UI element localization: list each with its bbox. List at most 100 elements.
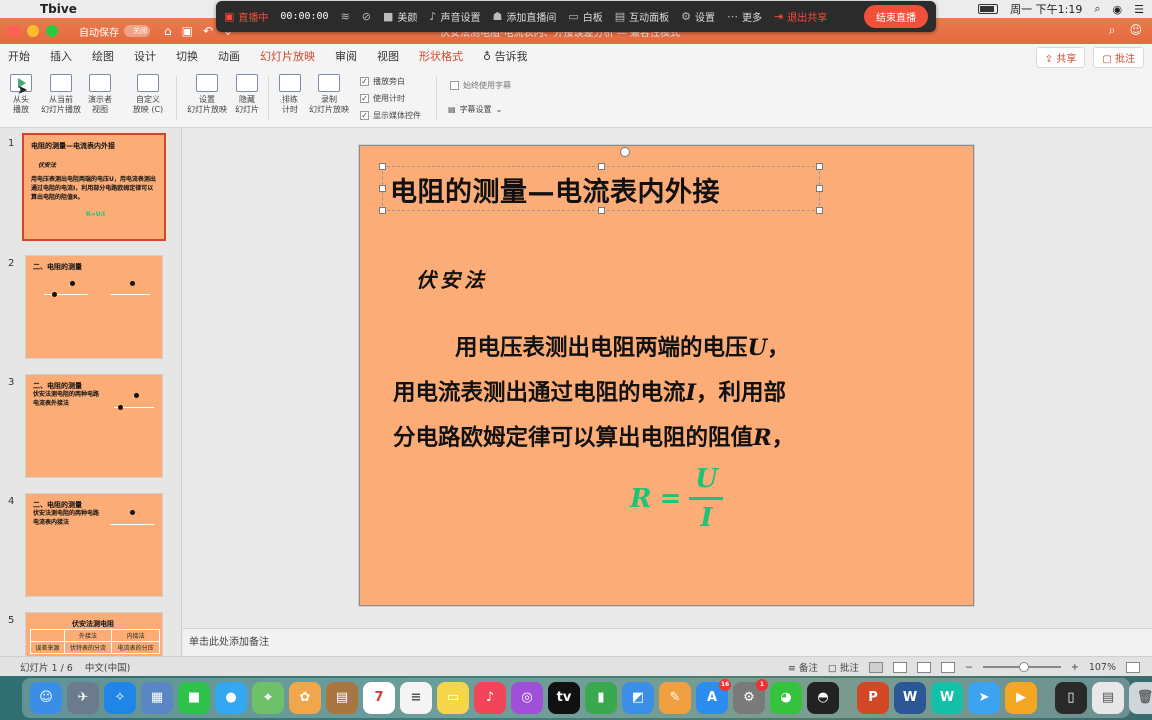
slideshow-view-button[interactable] [940, 661, 955, 673]
window-preview-icon[interactable]: ▯ [1055, 682, 1087, 714]
tab-shape-format[interactable]: 形状格式 [419, 48, 463, 64]
slide-subtitle[interactable]: 伏安法 [416, 264, 488, 293]
system-preferences-icon[interactable]: ⚙ 1 [733, 679, 768, 714]
slide-title[interactable]: 电阻的测量—电流表内外接 [390, 170, 720, 209]
search-icon[interactable]: ⌕ [1109, 23, 1116, 38]
contacts-icon[interactable]: ▤ [326, 682, 358, 714]
autosave-toggle[interactable]: 自动保存 关闭 [79, 24, 150, 39]
tab-draw[interactable]: 绘图 [92, 48, 114, 64]
reminders-icon[interactable]: ≡ [400, 682, 432, 714]
app-store-icon[interactable]: A 16 [696, 679, 731, 714]
photos-icon[interactable]: ✿ [289, 682, 321, 714]
exit-share-button[interactable]: ⇥ 退出共享 [774, 9, 827, 24]
interaction-panel-button[interactable]: ▤ 互动面板 [615, 9, 669, 24]
resize-handle[interactable] [816, 207, 823, 214]
zoom-window-button[interactable] [46, 25, 58, 37]
account-icon[interactable]: ☺ [1129, 23, 1142, 38]
qq-icon[interactable]: ◓ [807, 682, 839, 714]
save-icon[interactable]: ▣ [182, 24, 193, 38]
word-icon[interactable]: W [894, 682, 926, 714]
calendar-icon[interactable]: 7 [363, 682, 395, 714]
play-from-current-button[interactable]: 从当前 幻灯片播放 [38, 74, 84, 115]
language-indicator[interactable]: 中文(中国) [85, 660, 130, 674]
use-timings-checkbox[interactable]: ✓ 使用计时 [360, 93, 405, 104]
resize-handle[interactable] [379, 207, 386, 214]
tab-slide-show[interactable]: 幻灯片放映 [260, 48, 315, 70]
beauty-button[interactable]: ■ 美颜 [383, 9, 417, 24]
more-button[interactable]: ⋯ 更多 [727, 9, 762, 24]
settings-button[interactable]: ⚙ 设置 [681, 9, 715, 24]
resize-handle[interactable] [816, 163, 823, 170]
pages-icon[interactable]: ✎ [659, 682, 691, 714]
notes-app-icon[interactable]: ▭ [437, 682, 469, 714]
zoom-out-button[interactable]: − [965, 662, 973, 673]
setup-show-button[interactable]: 设置 幻灯片放映 [184, 74, 230, 115]
slide-thumbnail-3[interactable]: 二、电阻的测量 伏安法测电阻的两种电路 电流表外接法 [25, 374, 163, 478]
messages-icon[interactable]: ● [215, 682, 247, 714]
home-icon[interactable]: ⌂ [164, 24, 172, 38]
normal-view-button[interactable] [868, 661, 883, 673]
tab-tell-me[interactable]: ♁ 告诉我 [483, 48, 528, 64]
tab-view[interactable]: 视图 [377, 48, 399, 64]
rotate-handle[interactable] [620, 147, 630, 157]
finder-icon[interactable]: ☺ [30, 682, 62, 714]
resize-handle[interactable] [816, 185, 823, 192]
music-icon[interactable]: ♪ [474, 682, 506, 714]
tbive-icon[interactable]: W [931, 682, 963, 714]
share-button[interactable]: ⇪ 共享 [1035, 47, 1086, 68]
slide-thumbnails-pane[interactable]: 1 电阻的测量—电流表内外接 伏安法 用电压表测出电阻两端的电压U，用电流表测出… [0, 128, 182, 656]
tab-design[interactable]: 设计 [134, 48, 156, 64]
zoom-slider[interactable] [982, 662, 1061, 672]
always-subtitles-checkbox[interactable]: 始终使用字幕 [450, 80, 511, 91]
zoom-level[interactable]: 107% [1089, 662, 1116, 673]
slide-sorter-button[interactable] [892, 661, 907, 673]
clock[interactable]: 周一 下午1:19 [1010, 1, 1082, 17]
keynote-icon[interactable]: ◩ [622, 682, 654, 714]
minimize-window-button[interactable] [27, 25, 39, 37]
hide-slide-button[interactable]: 隐藏 幻灯片 [232, 74, 262, 115]
paper-plane-icon[interactable]: ➤ [968, 682, 1000, 714]
rehearse-timings-button[interactable]: 排练 计时 [276, 74, 304, 115]
slide-thumbnail-5[interactable]: 伏安法测电阻 外接法 内接法 误差来源 伏特表的分流 电流表的分压 [25, 612, 163, 656]
podcasts-icon[interactable]: ◎ [511, 682, 543, 714]
autosave-switch[interactable]: 关闭 [124, 25, 150, 37]
fit-to-window-button[interactable] [1126, 661, 1140, 673]
maps-icon[interactable]: ⌖ [252, 682, 284, 714]
powerpoint-icon[interactable]: P [857, 682, 889, 714]
add-live-room-button[interactable]: ☗ 添加直播间 [492, 9, 556, 24]
current-slide[interactable]: 电阻的测量—电流表内外接 伏安法 用电压表测出电阻两端的电压U， 用电流表测出通… [359, 145, 974, 606]
comments-toggle-button[interactable]: ▢ 批注 [828, 660, 859, 674]
show-media-controls-checkbox[interactable]: ✓ 显示媒体控件 [360, 110, 421, 121]
ohms-law-formula[interactable]: R = U I [630, 464, 724, 533]
tab-animations[interactable]: 动画 [218, 48, 240, 64]
subtitle-settings-button[interactable]: ▤ 字幕设置 ⌄ [448, 104, 502, 115]
trash-icon[interactable]: 🗑 [1129, 682, 1152, 714]
tab-review[interactable]: 审阅 [335, 48, 357, 64]
sound-settings-button[interactable]: ♪ 声音设置 [429, 9, 480, 24]
siri-icon[interactable]: ◉ [1113, 3, 1123, 16]
facetime-icon[interactable]: ■ [178, 682, 210, 714]
slide-body-text[interactable]: 用电压表测出电阻两端的电压U， 用电流表测出通过电阻的电流I，利用部 分电路欧姆… [393, 326, 953, 461]
record-show-button[interactable]: 录制 幻灯片放映 [306, 74, 352, 115]
wechat-icon[interactable]: ◕ [770, 682, 802, 714]
close-window-button[interactable] [8, 25, 20, 37]
downloads-icon[interactable]: ▤ [1092, 682, 1124, 714]
launchpad-icon[interactable]: ✈ [67, 682, 99, 714]
whiteboard-button[interactable]: ▭ 白板 [568, 9, 602, 24]
presenter-view-button[interactable]: 演示者 视图 [84, 74, 116, 115]
slide-thumbnail-4[interactable]: 二、电阻的测量 伏安法测电阻的两种电路 电流表内接法 [25, 493, 163, 597]
spotlight-icon[interactable]: ⌕ [1094, 2, 1100, 16]
reading-view-button[interactable] [916, 661, 931, 673]
media-player-icon[interactable]: ▶ [1005, 682, 1037, 714]
safari-icon[interactable]: ✧ [104, 682, 136, 714]
preview-icon[interactable]: ▦ [141, 682, 173, 714]
numbers-icon[interactable]: ▮ [585, 682, 617, 714]
comments-button[interactable]: ▢ 批注 [1093, 47, 1144, 68]
undo-icon[interactable]: ↶ [203, 24, 213, 38]
control-center-icon[interactable]: ☰ [1134, 3, 1144, 16]
notes-toggle-button[interactable]: ≡ 备注 [788, 660, 818, 674]
active-app-name[interactable]: Tbive [40, 2, 77, 16]
resize-handle[interactable] [598, 163, 605, 170]
tab-home[interactable]: 开始 [8, 48, 30, 64]
battery-icon[interactable] [978, 4, 999, 14]
